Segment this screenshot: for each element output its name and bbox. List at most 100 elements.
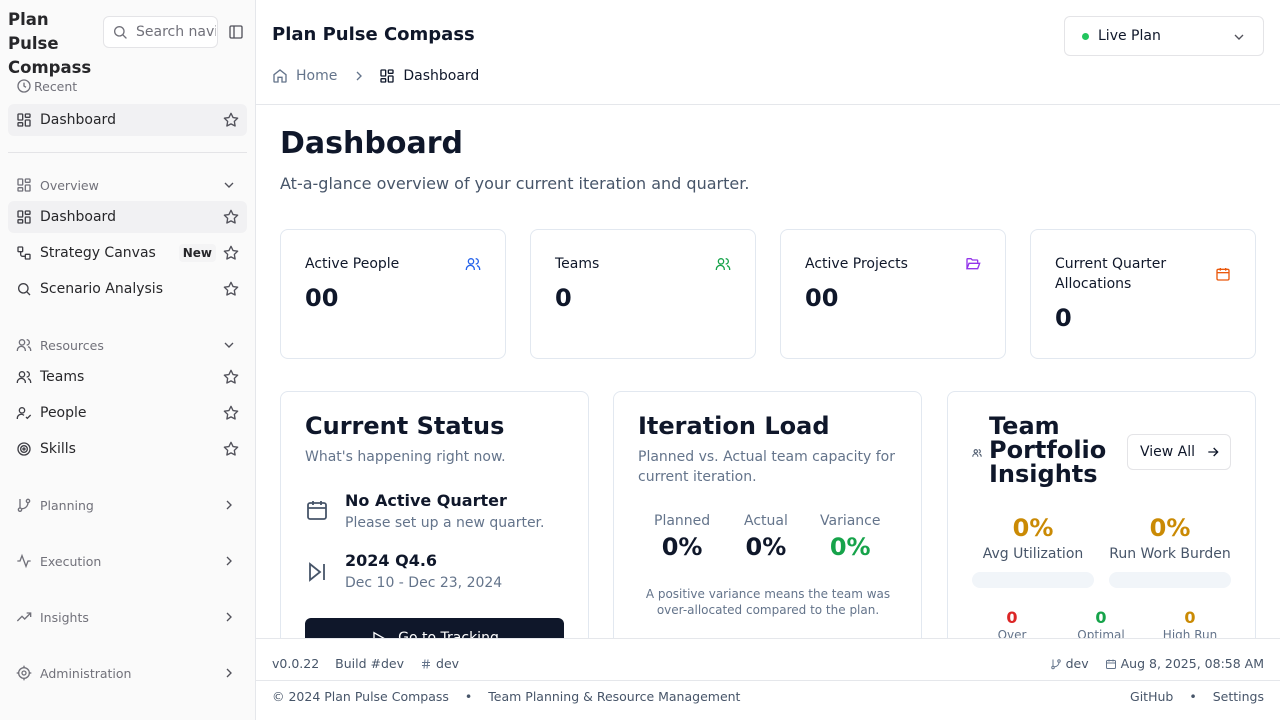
sidebar-item-label: Teams: [40, 369, 85, 385]
recent-label-text: Recent: [34, 78, 78, 94]
folder-open-icon: [966, 258, 981, 270]
search-input[interactable]: [136, 24, 216, 40]
star-icon[interactable]: [223, 405, 239, 421]
plan-select[interactable]: Live Plan: [1064, 16, 1264, 56]
metric-value: 0%: [745, 533, 787, 561]
settings-link[interactable]: Settings: [1213, 689, 1264, 704]
recent-item-dashboard[interactable]: Dashboard: [8, 104, 247, 136]
card-description: Planned vs. Actual team capacity for cur…: [638, 449, 895, 485]
group-execution[interactable]: Execution: [8, 549, 247, 573]
stat-label: Teams: [555, 256, 600, 272]
stat-card-active-projects[interactable]: Active Projects 00: [780, 229, 1006, 359]
stat-card-quarter-allocations[interactable]: Current Quarter Allocations 0: [1030, 229, 1256, 359]
star-icon[interactable]: [223, 369, 239, 385]
sidebar-item-label: Strategy Canvas: [40, 245, 156, 261]
group-resources[interactable]: Resources: [8, 333, 247, 357]
sidebar-item-dashboard[interactable]: Dashboard: [8, 201, 247, 233]
stat-card-active-people[interactable]: Active People 00: [280, 229, 506, 359]
metric-value: 0%: [1012, 514, 1054, 542]
skip-forward-icon: [309, 562, 325, 582]
group-insights-label: Insights: [40, 609, 89, 625]
chevron-right-icon: [226, 668, 232, 678]
group-overview[interactable]: Overview: [8, 173, 247, 197]
group-planning[interactable]: Planning: [8, 493, 247, 517]
footer-bottom: © 2024 Plan Pulse Compass • Team Plannin…: [272, 689, 1264, 704]
search-icon: [18, 283, 31, 296]
card-title: Iteration Load: [638, 412, 830, 440]
sidebar-item-skills[interactable]: Skills: [8, 433, 247, 465]
page-subtitle: At-a-glance overview of your current ite…: [280, 174, 750, 193]
stat-value: 00: [805, 284, 839, 312]
recent-item-label: Dashboard: [40, 112, 116, 128]
sidebar-item-people[interactable]: People: [8, 397, 247, 429]
git-branch-icon: [17, 498, 31, 512]
version: v0.0.22: [272, 656, 320, 671]
users-icon: [16, 339, 32, 351]
bullet-separator: •: [464, 689, 473, 704]
card-title: Team Portfolio Insights: [989, 412, 1107, 488]
sidebar-toggle-icon[interactable]: [228, 24, 244, 40]
user-check-icon: [16, 407, 32, 420]
star-icon[interactable]: [223, 245, 239, 261]
sidebar-item-strategy-canvas[interactable]: Strategy Canvas New: [8, 237, 247, 269]
metric-label: Actual: [744, 513, 788, 529]
users-icon: [465, 258, 481, 270]
layout-dashboard-icon: [17, 178, 31, 192]
card-description: What's happening right now.: [305, 449, 506, 465]
metric-value: 0%: [1149, 514, 1191, 542]
breadcrumb-home[interactable]: Home: [296, 68, 337, 84]
footer-divider: [256, 680, 1280, 681]
build: Build #dev: [335, 656, 405, 671]
app-title: Plan Pulse Compass: [272, 24, 475, 45]
branch-tag: dev: [420, 656, 459, 671]
sidebar-item-scenario-analysis[interactable]: Scenario Analysis: [8, 273, 247, 305]
clock-icon: [17, 79, 31, 93]
group-administration[interactable]: Administration: [8, 661, 247, 685]
stat-card-teams[interactable]: Teams 0: [530, 229, 756, 359]
brand-title: Plan Pulse Compass: [8, 10, 92, 77]
metric-label: Variance: [820, 513, 881, 529]
chevron-down-icon: [224, 342, 234, 348]
users-icon: [715, 258, 731, 270]
github-link[interactable]: GitHub: [1130, 689, 1173, 704]
layout-dashboard-icon: [380, 69, 395, 83]
iteration-dates: Dec 10 - Dec 23, 2024: [345, 575, 503, 591]
sidebar-item-teams[interactable]: Teams: [8, 361, 247, 393]
chevron-right-icon: [226, 556, 232, 566]
star-icon[interactable]: [223, 112, 239, 128]
top-header: Plan Pulse Compass Live Plan Home Dashbo…: [256, 0, 1280, 105]
stat-label: Active People: [305, 256, 400, 272]
sidebar-search[interactable]: [103, 16, 218, 48]
stat-label: Active Projects: [805, 256, 908, 272]
breadcrumb-dashboard: Dashboard: [403, 68, 480, 84]
footer-meta-right: dev Aug 8, 2025, 08:58 AM: [1050, 656, 1264, 671]
sidebar-item-label: People: [40, 405, 87, 421]
arrow-right-icon: [1208, 447, 1219, 457]
chevron-down-icon: [224, 182, 234, 188]
sidebar: Plan Pulse Compass Recent Dashboard Over…: [0, 0, 256, 720]
run-burden-bar: [1109, 572, 1231, 588]
count-value: 0: [1184, 608, 1196, 627]
group-planning-label: Planning: [40, 497, 94, 513]
gear-icon: [16, 665, 32, 681]
calendar-icon: [1105, 659, 1116, 669]
sidebar-item-label: Dashboard: [40, 209, 116, 225]
utilization-bar: [972, 572, 1094, 588]
chevron-right-icon: [226, 612, 232, 622]
star-icon[interactable]: [223, 209, 239, 225]
view-all-button[interactable]: View All: [1127, 434, 1231, 470]
group-insights[interactable]: Insights: [8, 605, 247, 629]
star-icon[interactable]: [223, 281, 239, 297]
iteration-status: 2024 Q4.6 Dec 10 - Dec 23, 2024: [305, 550, 502, 594]
calendar-icon: [307, 501, 327, 520]
star-icon[interactable]: [223, 441, 239, 457]
footer-links: GitHub • Settings: [1130, 689, 1264, 704]
iteration-load-card: Iteration Load Planned vs. Actual team c…: [613, 391, 922, 651]
page-title: Dashboard: [280, 126, 463, 161]
group-administration-label: Administration: [40, 665, 132, 681]
new-badge: New: [178, 244, 216, 262]
breadcrumb: Home Dashboard: [272, 68, 479, 84]
stat-value: 0: [1055, 304, 1072, 332]
activity-icon: [17, 553, 31, 569]
metric-label: Run Work Burden: [1109, 546, 1231, 562]
